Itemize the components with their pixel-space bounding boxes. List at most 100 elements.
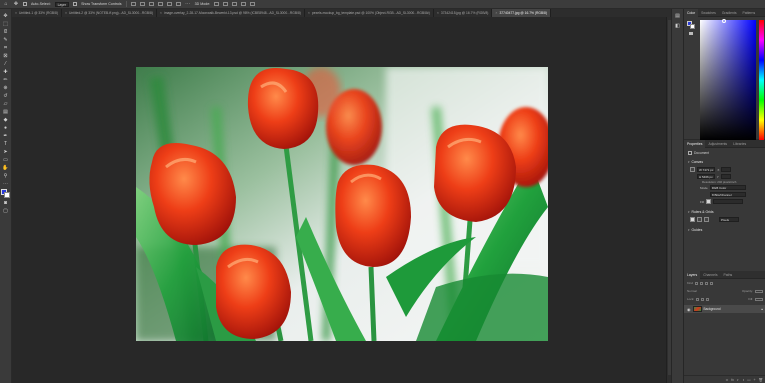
- marquee-tool-icon[interactable]: ⬚: [2, 21, 10, 27]
- align-middle-icon[interactable]: [166, 2, 172, 6]
- history-brush-tool-icon[interactable]: ↺: [2, 93, 10, 99]
- pen-tool-icon[interactable]: ✒: [2, 133, 10, 139]
- document-tab[interactable]: × 37740477.jpg @ 16.7% (RGB/8): [492, 9, 551, 17]
- lasso-tool-icon[interactable]: ᘓ: [2, 29, 10, 35]
- rectangle-tool-icon[interactable]: ▭: [2, 157, 10, 163]
- close-tab-icon[interactable]: ×: [160, 11, 162, 15]
- panel-tab-gradients[interactable]: Gradients: [719, 9, 740, 17]
- crop-tool-icon[interactable]: ⌗: [2, 45, 10, 51]
- history-panel-icon[interactable]: ▤: [674, 13, 682, 19]
- close-tab-icon[interactable]: ×: [308, 11, 310, 15]
- zoom-tool-icon[interactable]: ⚲: [2, 173, 10, 179]
- align-right-icon[interactable]: [148, 2, 154, 6]
- more-options-icon[interactable]: ⋯: [185, 1, 191, 7]
- move-tool-icon[interactable]: ✥: [13, 1, 19, 7]
- more-tool-icon[interactable]: ⋯: [2, 181, 10, 187]
- visibility-eye-icon[interactable]: ◉: [687, 307, 691, 312]
- mode-dropdown[interactable]: RGB Color: [709, 185, 746, 190]
- panel-tab-channels[interactable]: Channels: [700, 271, 720, 279]
- show-transform-checkbox[interactable]: [73, 2, 78, 6]
- document-tab[interactable]: × pexels-mockup_bg_template.psd @ 100% (O…: [305, 9, 434, 17]
- canvas-orientation-icon[interactable]: [690, 167, 695, 172]
- panel-tab-adjustments[interactable]: Adjustments: [705, 140, 730, 148]
- fill-field[interactable]: [755, 297, 763, 301]
- group-icon[interactable]: ▭: [747, 378, 750, 382]
- trash-icon[interactable]: 🗑︎: [759, 378, 763, 382]
- dodge-tool-icon[interactable]: ●: [2, 125, 10, 131]
- y-field[interactable]: [720, 174, 731, 179]
- panel-tab-properties[interactable]: Properties: [684, 139, 706, 148]
- kind-filter[interactable]: Kind: [687, 281, 693, 285]
- close-tab-icon[interactable]: ×: [495, 11, 497, 15]
- pixel-filter-icon[interactable]: [695, 281, 699, 285]
- gradient-tool-icon[interactable]: ▤: [2, 109, 10, 115]
- fill-dropdown[interactable]: [712, 199, 743, 204]
- guides-icon[interactable]: [704, 217, 709, 222]
- layer-row-background[interactable]: ◉ Background 🔒︎: [684, 305, 765, 313]
- panel-tab-color[interactable]: Color: [684, 8, 699, 17]
- guides-section-header[interactable]: ▾ Guides: [684, 226, 765, 234]
- quick-mask-icon[interactable]: ◙: [2, 200, 10, 206]
- screen-mode-icon[interactable]: ▢: [2, 208, 10, 214]
- 3d-roll-icon[interactable]: [223, 2, 229, 6]
- properties-panel-icon[interactable]: ◧: [674, 23, 682, 29]
- blend-mode-dropdown[interactable]: Normal: [687, 289, 697, 293]
- quick-select-tool-icon[interactable]: ✎: [2, 37, 10, 43]
- panel-tab-layers[interactable]: Layers: [684, 270, 701, 279]
- hand-tool-icon[interactable]: ✋: [2, 165, 10, 171]
- clone-tool-icon[interactable]: ⊕: [2, 85, 10, 91]
- close-tab-icon[interactable]: ×: [15, 11, 17, 15]
- background-color[interactable]: [4, 192, 10, 198]
- color-picker-field[interactable]: [700, 20, 756, 140]
- shape-filter-icon[interactable]: [710, 281, 714, 285]
- eraser-tool-icon[interactable]: ▱: [2, 101, 10, 107]
- document-image[interactable]: [136, 67, 548, 341]
- fx-icon[interactable]: fx: [731, 378, 734, 382]
- move-tool-icon[interactable]: ✥: [2, 13, 10, 19]
- lock-all-icon[interactable]: [706, 297, 710, 301]
- width-field[interactable]: W 7471 px: [697, 167, 716, 172]
- panel-tab-swatches[interactable]: Swatches: [698, 9, 719, 17]
- close-tab-icon[interactable]: ×: [65, 11, 67, 15]
- blur-tool-icon[interactable]: ◆: [2, 117, 10, 123]
- lock-position-icon[interactable]: [701, 297, 705, 301]
- panel-tab-libraries[interactable]: Libraries: [730, 140, 749, 148]
- mask-icon[interactable]: ◐: [737, 378, 739, 382]
- swap-colors-icon[interactable]: [689, 32, 693, 35]
- align-top-icon[interactable]: [157, 2, 163, 6]
- rulers-section-header[interactable]: ▾ Rulers & Grids: [684, 208, 765, 216]
- eyedropper-tool-icon[interactable]: ⁄: [2, 61, 10, 67]
- healing-tool-icon[interactable]: ✚: [2, 69, 10, 75]
- panel-tab-paths[interactable]: Paths: [721, 271, 736, 279]
- type-filter-icon[interactable]: [705, 281, 709, 285]
- 3d-rotate-icon[interactable]: [214, 2, 220, 6]
- 3d-scale-icon[interactable]: [250, 2, 256, 6]
- new-layer-icon[interactable]: +: [754, 378, 756, 382]
- auto-select-checkbox[interactable]: [23, 2, 27, 6]
- adjustment-layer-icon[interactable]: ◑: [742, 378, 744, 382]
- document-tab[interactable]: × Untitled-2 @ 33% (NOTEB-ff.png)...AD_SL…: [62, 9, 157, 17]
- frame-tool-icon[interactable]: ⊠: [2, 53, 10, 59]
- 3d-pan-icon[interactable]: [232, 2, 238, 6]
- auto-select-dropdown[interactable]: Layer: [54, 1, 70, 7]
- ruler-unit-dropdown[interactable]: Pixels: [719, 217, 739, 222]
- depth-dropdown[interactable]: 8 Bits/Channel: [710, 192, 746, 197]
- link-layers-icon[interactable]: ∞: [726, 378, 729, 382]
- 3d-slide-icon[interactable]: [241, 2, 247, 6]
- align-left-icon[interactable]: [130, 2, 136, 6]
- height-field[interactable]: H 5466 px: [697, 174, 715, 179]
- canvas-section-header[interactable]: ▾ Canvas: [684, 158, 765, 166]
- close-tab-icon[interactable]: ×: [437, 11, 439, 15]
- type-tool-icon[interactable]: T: [2, 141, 10, 147]
- ruler-icon[interactable]: [690, 217, 695, 222]
- align-center-icon[interactable]: [139, 2, 145, 6]
- fill-color-swatch[interactable]: [705, 199, 711, 204]
- document-tab[interactable]: × image-overlay_2-28-17-Moonwalk-Bewerkt-…: [157, 9, 305, 17]
- grid-icon[interactable]: [697, 217, 702, 222]
- panel-tab-patterns[interactable]: Patterns: [740, 9, 759, 17]
- color-swatch-pair[interactable]: [687, 21, 695, 29]
- x-field[interactable]: [721, 167, 732, 172]
- document-tab[interactable]: × Untitled-1 @ 33% (RGB/8): [12, 9, 62, 17]
- path-select-tool-icon[interactable]: ➤: [2, 149, 10, 155]
- brush-tool-icon[interactable]: ✏: [2, 77, 10, 83]
